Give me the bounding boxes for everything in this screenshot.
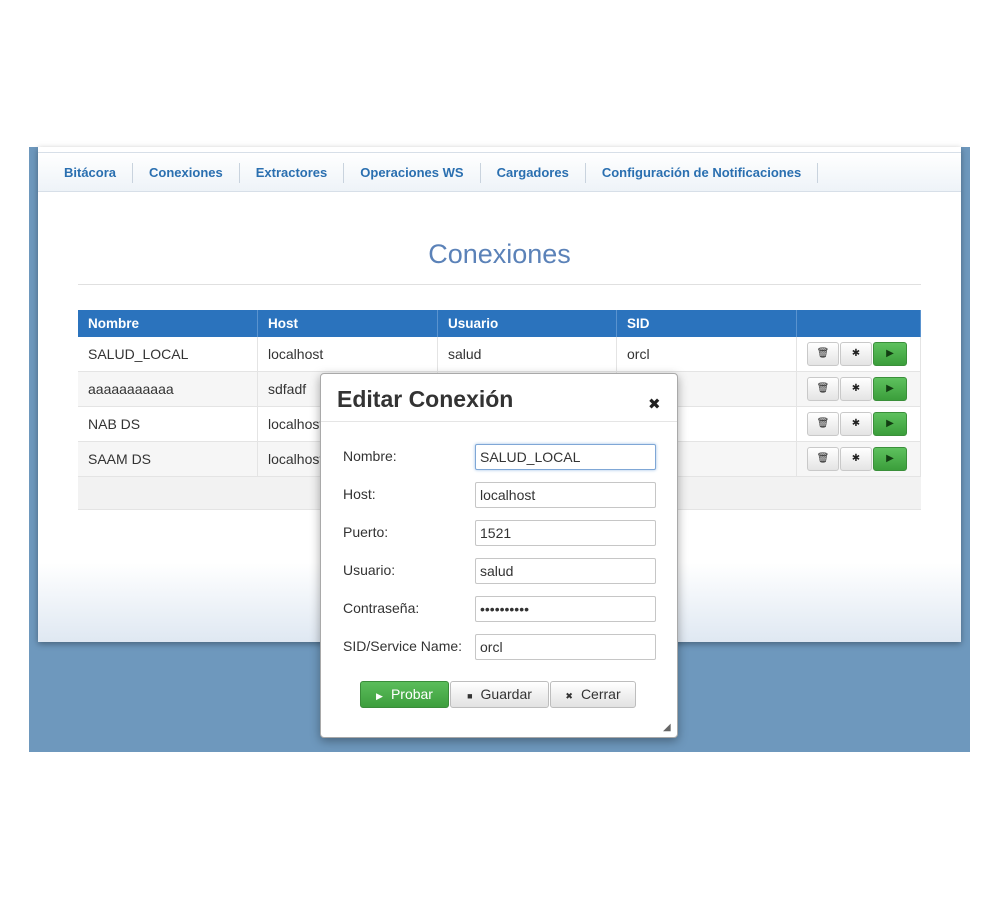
play-icon: ▶ xyxy=(886,453,894,464)
play-icon: ▶ xyxy=(886,383,894,394)
edit-button[interactable]: ✱ xyxy=(840,342,872,366)
cell-actions: 🗑 ✱ ▶ xyxy=(796,441,921,477)
title-divider xyxy=(78,284,921,285)
label-sid: SID/Service Name: xyxy=(343,638,463,654)
column-header-actions xyxy=(796,310,921,337)
play-icon: ▶ xyxy=(886,418,894,429)
cell-usuario: salud xyxy=(437,337,617,372)
edit-button[interactable]: ✱ xyxy=(840,377,872,401)
cell-nombre: SALUD_LOCAL xyxy=(78,337,258,372)
cell-actions: 🗑 ✱ ▶ xyxy=(796,337,921,372)
cell-nombre: NAB DS xyxy=(78,406,258,442)
cerrar-label: Cerrar xyxy=(580,686,621,702)
guardar-label: Guardar xyxy=(480,686,532,702)
delete-button[interactable]: 🗑 xyxy=(807,377,839,401)
nav-extractores[interactable]: Extractores xyxy=(240,163,345,183)
trash-icon: 🗑 xyxy=(816,418,830,429)
run-button[interactable]: ▶ xyxy=(873,377,907,401)
resize-handle-icon[interactable]: ◢ xyxy=(663,722,671,733)
table-header-row: Nombre Host Usuario SID xyxy=(78,310,921,337)
gear-icon: ✱ xyxy=(851,348,861,359)
puerto-input[interactable] xyxy=(475,520,656,546)
cell-sid: orcl xyxy=(616,337,797,372)
top-nav-bar: Bitácora Conexiones Extractores Operacio… xyxy=(38,152,961,192)
delete-button[interactable]: 🗑 xyxy=(807,342,839,366)
host-input[interactable] xyxy=(475,482,656,508)
nav-cargadores[interactable]: Cargadores xyxy=(481,163,586,183)
probar-button[interactable]: ▶ Probar xyxy=(360,681,449,708)
delete-button[interactable]: 🗑 xyxy=(807,412,839,436)
trash-icon: 🗑 xyxy=(816,383,830,394)
cell-host: localhost xyxy=(257,337,438,372)
cell-actions: 🗑 ✱ ▶ xyxy=(796,371,921,407)
nav-conexiones[interactable]: Conexiones xyxy=(133,163,240,183)
contrasena-input[interactable] xyxy=(475,596,656,622)
column-header-host[interactable]: Host xyxy=(257,310,438,337)
edit-button[interactable]: ✱ xyxy=(840,447,872,471)
edit-connection-dialog: Editar Conexión ✖ Nombre: Host: Puerto: … xyxy=(320,373,678,738)
cerrar-button[interactable]: ✖ Cerrar xyxy=(550,681,636,708)
dialog-title: Editar Conexión xyxy=(337,386,514,412)
cell-nombre: aaaaaaaaaaa xyxy=(78,371,258,407)
column-header-usuario[interactable]: Usuario xyxy=(437,310,617,337)
page-title: Conexiones xyxy=(428,239,571,269)
label-contrasena: Contraseña: xyxy=(343,600,420,616)
gear-icon: ✱ xyxy=(851,383,861,394)
dialog-divider xyxy=(321,421,677,422)
close-icon[interactable]: ✖ xyxy=(648,395,661,413)
nombre-input[interactable] xyxy=(475,444,656,470)
gear-icon: ✱ xyxy=(851,418,861,429)
label-puerto: Puerto: xyxy=(343,524,389,540)
usuario-input[interactable] xyxy=(475,558,656,584)
play-icon: ▶ xyxy=(886,348,894,359)
delete-button[interactable]: 🗑 xyxy=(807,447,839,471)
guardar-button[interactable]: ■ Guardar xyxy=(450,681,549,708)
cell-nombre: SAAM DS xyxy=(78,441,258,477)
label-nombre: Nombre: xyxy=(343,448,397,464)
close-icon: ✖ xyxy=(565,691,573,701)
nav-operaciones-ws[interactable]: Operaciones WS xyxy=(344,163,481,183)
column-header-sid[interactable]: SID xyxy=(616,310,797,337)
run-button[interactable]: ▶ xyxy=(873,447,907,471)
probar-label: Probar xyxy=(390,686,433,702)
trash-icon: 🗑 xyxy=(816,453,830,464)
run-button[interactable]: ▶ xyxy=(873,342,907,366)
trash-icon: 🗑 xyxy=(816,348,830,359)
label-host: Host: xyxy=(343,486,376,502)
table-row[interactable]: SALUD_LOCAL localhost salud orcl 🗑 ✱ ▶ xyxy=(78,337,921,372)
run-button[interactable]: ▶ xyxy=(873,412,907,436)
nav-configuracion-notificaciones[interactable]: Configuración de Notificaciones xyxy=(586,163,819,183)
save-icon: ■ xyxy=(467,691,473,701)
sid-input[interactable] xyxy=(475,634,656,660)
edit-button[interactable]: ✱ xyxy=(840,412,872,436)
gear-icon: ✱ xyxy=(851,453,861,464)
play-icon: ▶ xyxy=(376,691,383,701)
column-header-nombre[interactable]: Nombre xyxy=(78,310,258,337)
cell-actions: 🗑 ✱ ▶ xyxy=(796,406,921,442)
main-nav: Bitácora Conexiones Extractores Operacio… xyxy=(48,163,819,183)
nav-bitacora[interactable]: Bitácora xyxy=(48,163,134,183)
label-usuario: Usuario: xyxy=(343,562,396,578)
